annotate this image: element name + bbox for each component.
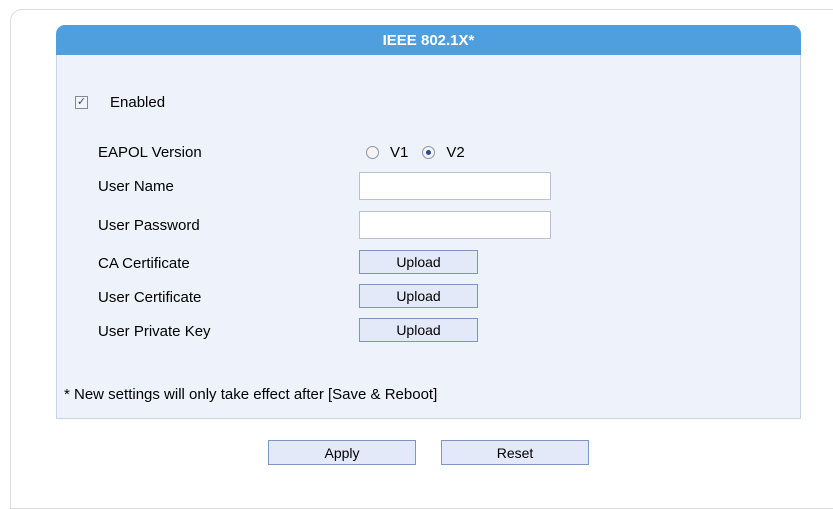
user-private-key-upload-button[interactable]: Upload	[359, 318, 478, 342]
section-header: IEEE 802.1X*	[56, 25, 801, 55]
enabled-checkbox[interactable]: ✓	[75, 96, 88, 109]
ca-certificate-upload-button[interactable]: Upload	[359, 250, 478, 274]
enabled-label: Enabled	[110, 94, 166, 111]
eapol-v2-label: V2	[446, 144, 465, 161]
reset-button[interactable]: Reset	[441, 440, 589, 465]
eapol-version-options: V1 V2	[366, 144, 465, 161]
eapol-version-label: EAPOL Version	[98, 144, 202, 161]
ca-certificate-label: CA Certificate	[98, 255, 190, 272]
user-password-input[interactable]	[359, 211, 551, 239]
eapol-v1-radio[interactable]	[366, 146, 379, 159]
user-name-input[interactable]	[359, 172, 551, 200]
user-certificate-upload-button[interactable]: Upload	[359, 284, 478, 308]
user-password-label: User Password	[98, 217, 200, 234]
reboot-note: * New settings will only take effect aft…	[64, 386, 438, 403]
eapol-v2-radio[interactable]	[422, 146, 436, 159]
eapol-v1-label: V1	[390, 144, 409, 161]
checkmark-icon: ✓	[76, 96, 87, 108]
user-name-label: User Name	[98, 178, 174, 195]
user-private-key-label: User Private Key	[98, 323, 211, 340]
apply-button[interactable]: Apply	[268, 440, 416, 465]
user-certificate-label: User Certificate	[98, 289, 202, 306]
enabled-row: ✓ Enabled	[75, 94, 165, 111]
section-title: IEEE 802.1X*	[382, 31, 475, 49]
